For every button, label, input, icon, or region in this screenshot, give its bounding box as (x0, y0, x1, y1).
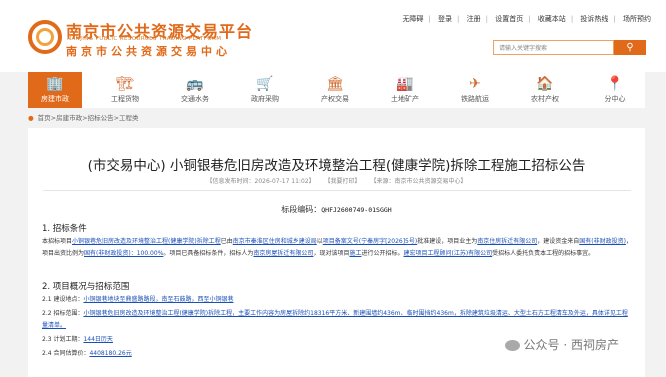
project-link[interactable]: 小铜银巷危旧房改造及环境整治工程(健康学院)拆除工程 (72, 238, 221, 245)
owner-link[interactable]: 南京住房拆迁有限公司 (477, 238, 537, 245)
link-complaint-hotline[interactable]: 投诉热线 (580, 15, 608, 23)
section-2-title: 2. 项目概况与招标范围 (42, 282, 130, 292)
watermark: 公众号 · 西祠房产 (504, 336, 619, 353)
link-register[interactable]: 注册 (467, 15, 481, 23)
search-button[interactable]: ⚲ (614, 40, 646, 55)
nav-label: 农村产权 (531, 95, 559, 103)
link-accessibility[interactable]: 无障碍 (402, 15, 423, 23)
nav-item-engineering[interactable]: 🏗 工程货物 (98, 72, 152, 108)
bus-icon: 🚌 (186, 76, 204, 92)
article-title: (市交易中心) 小铜银巷危旧房改造及环境整治工程(健康学院)拆除工程施工招标公告 (87, 158, 586, 174)
nav-label: 政府采购 (251, 95, 279, 103)
house-icon: 🏠 (536, 76, 554, 92)
section-code-label: 标段编码： (281, 205, 322, 214)
duration-link[interactable]: 144日历天 (83, 336, 112, 343)
nav-label: 房建市政 (41, 95, 69, 103)
section-1-text: 本招标项目小铜银巷危旧房改造及环境整治工程(健康学院)拆除工程已由南京市秦淮区住… (42, 238, 632, 257)
location-icon: ● (28, 114, 34, 122)
section-1-title: 1. 招标条件 (42, 224, 87, 234)
pin-icon: 📍 (606, 76, 624, 92)
nav-item-procurement[interactable]: 🛒 政府采购 (238, 72, 292, 108)
section-2-1: 2.1 建设地点：小铜银巷地块至鼎盛路路段，南至石鼓路，西至小铜银巷 (42, 296, 234, 303)
wechat-icon (504, 340, 520, 351)
breadcrumb-text[interactable]: 首页>房建市政>招标公告>工程类 (38, 114, 139, 122)
scope-link[interactable]: 施工 (349, 250, 361, 257)
top-links: 无障碍 | 登录 | 注册 | 设置首页 | 收藏本站 | 投诉热线 | 场所预约 (402, 15, 651, 23)
price-link[interactable]: 4408180.26元 (89, 350, 131, 357)
nav-item-housing[interactable]: 🏢 房建市政 (28, 72, 82, 108)
nav-item-subcenter[interactable]: 📍 分中心 (588, 72, 642, 108)
nav-label: 铁路航运 (461, 95, 489, 103)
nav-label: 工程货物 (111, 95, 139, 103)
plane-icon: ✈ (469, 76, 481, 92)
nav-label: 交通水务 (181, 95, 209, 103)
fund-link[interactable]: 国有(非财政投资) (579, 238, 626, 245)
section-2-2: 2.2 招标范围：小铜银巷危旧房改造及环境整治工程(健康学院)拆除工程，主要工作… (42, 310, 628, 329)
brand-english: NANJING PUBLIC RESOURCES TRADING PLATFOR… (67, 36, 222, 42)
publish-date: 【信息发布时间：2026-07-17 11:02】 (206, 178, 315, 185)
nav-item-land[interactable]: 🏭 土地矿产 (378, 72, 432, 108)
divider (43, 190, 631, 191)
search-input[interactable]: 请输入关键字搜索 (493, 40, 614, 55)
scope-detail-link[interactable]: 小铜银巷危旧房改造及环境整治工程(健康学院)拆除工程，主要工作内容为房屋拆除约1… (42, 310, 628, 329)
main-nav: 🏢 房建市政 🏗 工程货物 🚌 交通水务 🛒 政府采购 🏛 产权交易 🏭 土地矿… (28, 72, 645, 108)
fund-ratio-link[interactable]: 国有(非财政投资)：100.00% (84, 250, 163, 257)
link-favorite[interactable]: 收藏本站 (538, 15, 566, 23)
source-text: 【来源：南京市公共资源交易中心】 (370, 178, 467, 185)
location-link[interactable]: 小铜银巷地块至鼎盛路路段，南至石鼓路，西至小铜银巷 (83, 296, 233, 303)
nav-item-transport[interactable]: 🚌 交通水务 (168, 72, 222, 108)
search-icon: ⚲ (626, 42, 634, 53)
link-set-home[interactable]: 设置首页 (495, 15, 523, 23)
bank-icon: 🏛 (326, 76, 344, 92)
agent-link[interactable]: 建宏项目工程顾问(江苏)有限公司 (403, 250, 492, 257)
nav-item-property[interactable]: 🏛 产权交易 (308, 72, 362, 108)
nav-item-rural[interactable]: 🏠 农村产权 (518, 72, 572, 108)
dept-link[interactable]: 南京市秦淮区住房和城乡建设局 (233, 238, 317, 245)
nav-item-rail-shipping[interactable]: ✈ 铁路航运 (448, 72, 502, 108)
building-icon: 🏢 (46, 76, 64, 92)
print-link[interactable]: 【我要打印】 (325, 178, 361, 185)
brand-subtitle: 南京市公共资源交易中心 (66, 45, 231, 58)
crane-icon: 🏗 (116, 76, 134, 92)
article-meta: 【信息发布时间：2026-07-17 11:02】 【我要打印】 【来源：南京市… (28, 176, 645, 185)
site-header: 南京市公共资源交易平台 NANJING PUBLIC RESOURCES TRA… (0, 0, 666, 72)
doc-link[interactable]: 项目备案文号(宁秦房字[2026]5号) (323, 238, 417, 245)
link-login[interactable]: 登录 (438, 15, 452, 23)
nav-label: 土地矿产 (391, 95, 419, 103)
link-venue-booking[interactable]: 场所预约 (623, 15, 651, 23)
tenderer-link[interactable]: 南京房屋拆迁有限公司 (253, 250, 313, 257)
nav-label: 分中心 (604, 95, 626, 103)
factory-icon: 🏭 (396, 76, 414, 92)
breadcrumb: ● 首页>房建市政>招标公告>工程类 (28, 110, 645, 126)
nav-label: 产权交易 (321, 95, 349, 103)
article-card: (市交易中心) 小铜银巷危旧房改造及环境整治工程(健康学院)拆除工程施工招标公告… (28, 128, 645, 377)
section-code: 标段编码：QHFJ2600749-01SGGH (28, 204, 645, 215)
cart-icon: 🛒 (256, 76, 274, 92)
section-code-value: QHFJ2600749-01SGGH (321, 206, 392, 214)
site-logo[interactable] (28, 20, 62, 54)
